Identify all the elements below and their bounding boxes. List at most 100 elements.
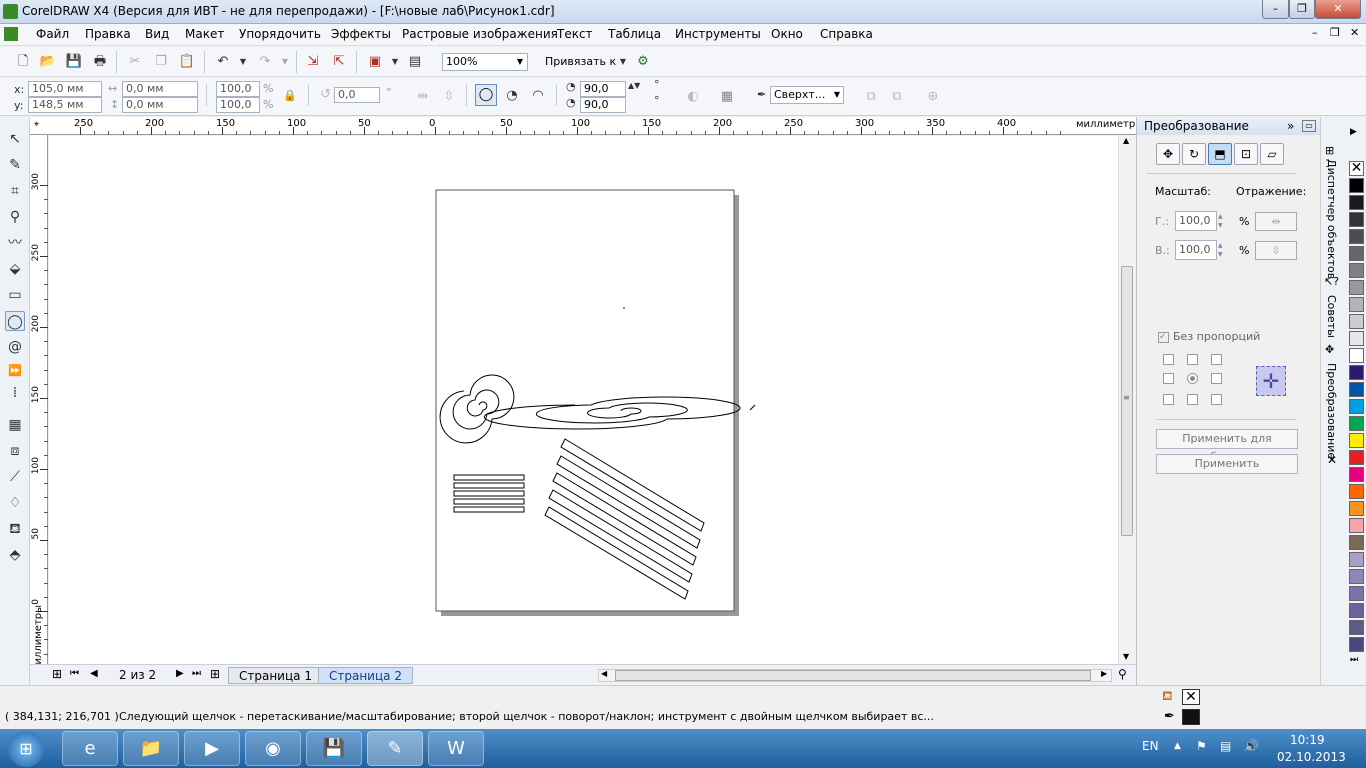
horizontal-ruler[interactable]: ⌖ 250 200 150 100 50 0 50 100 150 200 250 300 350 400… [30, 117, 1143, 135]
anchor-point-center[interactable] [1187, 373, 1198, 384]
menu-layout[interactable]: Макет [185, 27, 224, 41]
color-swatch[interactable] [1349, 586, 1364, 601]
h-scale-field[interactable]: 100,0 [1175, 211, 1217, 231]
rectangle-tool-icon[interactable]: ▭ [5, 285, 25, 305]
page-tab-1[interactable]: Страница 1 [228, 667, 323, 684]
anchor-point[interactable] [1187, 354, 1198, 365]
save-icon[interactable]: 💾 [65, 54, 83, 70]
end-angle-field[interactable]: 90,0 [580, 97, 626, 113]
spinner-icon[interactable]: ▲▼ [1218, 241, 1223, 259]
color-swatch[interactable] [1349, 246, 1364, 261]
doc-restore-icon[interactable]: ❐ [1330, 26, 1340, 39]
mirror-v-icon[interactable]: ⇳ [440, 89, 458, 105]
redo-dropdown-icon[interactable]: ▼ [276, 54, 294, 70]
scale-width-field[interactable]: 100,0 [216, 81, 260, 97]
interactive-tool-icon[interactable]: ⧈ [5, 441, 25, 461]
undo-icon[interactable]: ↶ [214, 54, 232, 70]
scroll-up-icon[interactable]: ▲ [1123, 136, 1129, 145]
zoom-tool-icon[interactable]: ⚲ [5, 207, 25, 227]
freehand-tool-icon[interactable]: 〰 [5, 233, 25, 253]
scale-mirror-icon[interactable]: ⬒ [1208, 143, 1232, 165]
horizontal-scrollbar[interactable]: ◀ ▶ [598, 669, 1112, 682]
pie-mode-icon[interactable]: ◔ [503, 88, 521, 104]
redo-icon[interactable]: ↷ [256, 54, 274, 70]
outline-tool-icon[interactable]: ♢ [5, 493, 25, 513]
spinner-icon[interactable]: ▲▼ [628, 81, 640, 90]
scroll-thumb[interactable] [615, 670, 1091, 681]
color-swatch[interactable] [1349, 331, 1364, 346]
ellipse-tool-icon[interactable]: ◯ [5, 311, 25, 331]
maximize-button[interactable]: ❐ [1289, 0, 1315, 19]
drawing-canvas[interactable] [49, 136, 1118, 665]
wrap-text-icon[interactable]: ▦ [718, 89, 736, 105]
explorer-icon[interactable]: 📁 [123, 731, 179, 766]
fill-none-swatch[interactable]: ✕ [1182, 689, 1200, 705]
clock-date[interactable]: 02.10.2013 [1277, 750, 1346, 764]
docker-collapse-icon[interactable]: » [1287, 117, 1294, 135]
cut-icon[interactable]: ✂ [126, 54, 144, 70]
scroll-right-icon[interactable]: ▶ [1101, 669, 1107, 678]
zoom-combo[interactable]: 100% ▼ [442, 53, 528, 71]
to-back-icon[interactable]: ⧉ [888, 89, 906, 105]
x-position-field[interactable]: 105,0 мм [28, 81, 102, 97]
v-scale-field[interactable]: 100,0 [1175, 240, 1217, 260]
menu-tools[interactable]: Инструменты [675, 27, 761, 41]
tab-transformation[interactable]: Преобразование [1325, 363, 1338, 459]
pick-tool-icon[interactable]: ↖ [5, 129, 25, 149]
eyedropper-tool-icon[interactable]: ⟋ [5, 467, 25, 487]
copy-icon[interactable]: ❐ [152, 54, 170, 70]
close-button[interactable]: ✕ [1315, 0, 1361, 19]
color-swatch[interactable] [1349, 484, 1364, 499]
color-swatch[interactable] [1349, 382, 1364, 397]
color-swatch[interactable] [1349, 195, 1364, 210]
color-swatch[interactable] [1349, 212, 1364, 227]
no-proportions-checkbox[interactable]: ✓ [1158, 332, 1169, 343]
color-swatch[interactable] [1349, 467, 1364, 482]
coreldraw-icon[interactable]: ✎ [367, 731, 423, 766]
spinner-icon[interactable]: ▲▼ [1218, 212, 1223, 230]
anchor-point[interactable] [1211, 373, 1222, 384]
color-swatch[interactable] [1349, 178, 1364, 193]
anchor-point[interactable] [1211, 394, 1222, 405]
color-swatch[interactable] [1349, 229, 1364, 244]
next-page-icon[interactable]: ▶ [176, 668, 184, 679]
fill-tool-icon[interactable]: ⛾ [5, 519, 25, 539]
color-swatch[interactable] [1349, 433, 1364, 448]
apply-button[interactable]: Применить [1156, 454, 1298, 474]
color-swatch[interactable] [1349, 518, 1364, 533]
anchor-point[interactable] [1187, 394, 1198, 405]
lock-ratio-icon[interactable]: 🔒 [283, 89, 297, 102]
mirror-h-icon[interactable]: ⇹ [414, 89, 432, 105]
color-swatch[interactable] [1349, 535, 1364, 550]
color-swatch[interactable] [1349, 399, 1364, 414]
media-player-icon[interactable]: ▶ [184, 731, 240, 766]
height-field[interactable]: 0,0 мм [122, 97, 198, 113]
size-icon[interactable]: ⊡ [1234, 143, 1258, 165]
menu-help[interactable]: Справка [820, 27, 873, 41]
canvas-svg[interactable] [49, 136, 1118, 665]
ie-icon[interactable]: e [62, 731, 118, 766]
mirror-v-button[interactable]: ⇳ [1255, 241, 1297, 260]
welcome-screen-icon[interactable]: ▤ [406, 54, 424, 70]
outline-width-combo[interactable]: Сверхт... ▼ [770, 86, 844, 104]
menu-table[interactable]: Таблица [608, 27, 661, 41]
scroll-left-icon[interactable]: ◀ [601, 669, 607, 678]
options-icon[interactable]: ⚙ [634, 54, 652, 70]
smart-fill-icon[interactable]: ⬙ [5, 259, 25, 279]
direction-icon[interactable]: ◐ [684, 89, 702, 105]
outline-color-swatch[interactable] [1182, 709, 1200, 725]
flyout-toggle-icon[interactable]: ⏩ [5, 361, 25, 381]
tab-object-manager[interactable]: Диспетчер объектов [1325, 159, 1338, 279]
doc-minimize-icon[interactable]: – [1312, 26, 1318, 39]
apply-to-duplicate-button[interactable]: Применить для дубликата [1156, 429, 1298, 463]
start-angle-field[interactable]: 90,0 [580, 81, 626, 97]
clock-time[interactable]: 10:19 [1290, 733, 1325, 747]
menu-bitmaps[interactable]: Растровые изображения [402, 27, 558, 41]
prev-page-icon[interactable]: ◀ [90, 668, 98, 679]
doc-close-icon[interactable]: ✕ [1350, 26, 1359, 39]
first-page-icon[interactable]: ⏮ [70, 668, 79, 679]
color-swatch[interactable] [1349, 620, 1364, 635]
color-swatch[interactable] [1349, 450, 1364, 465]
print-icon[interactable]: 🖶 [91, 54, 109, 70]
docker-minimize-icon[interactable]: ▭ [1302, 120, 1316, 132]
